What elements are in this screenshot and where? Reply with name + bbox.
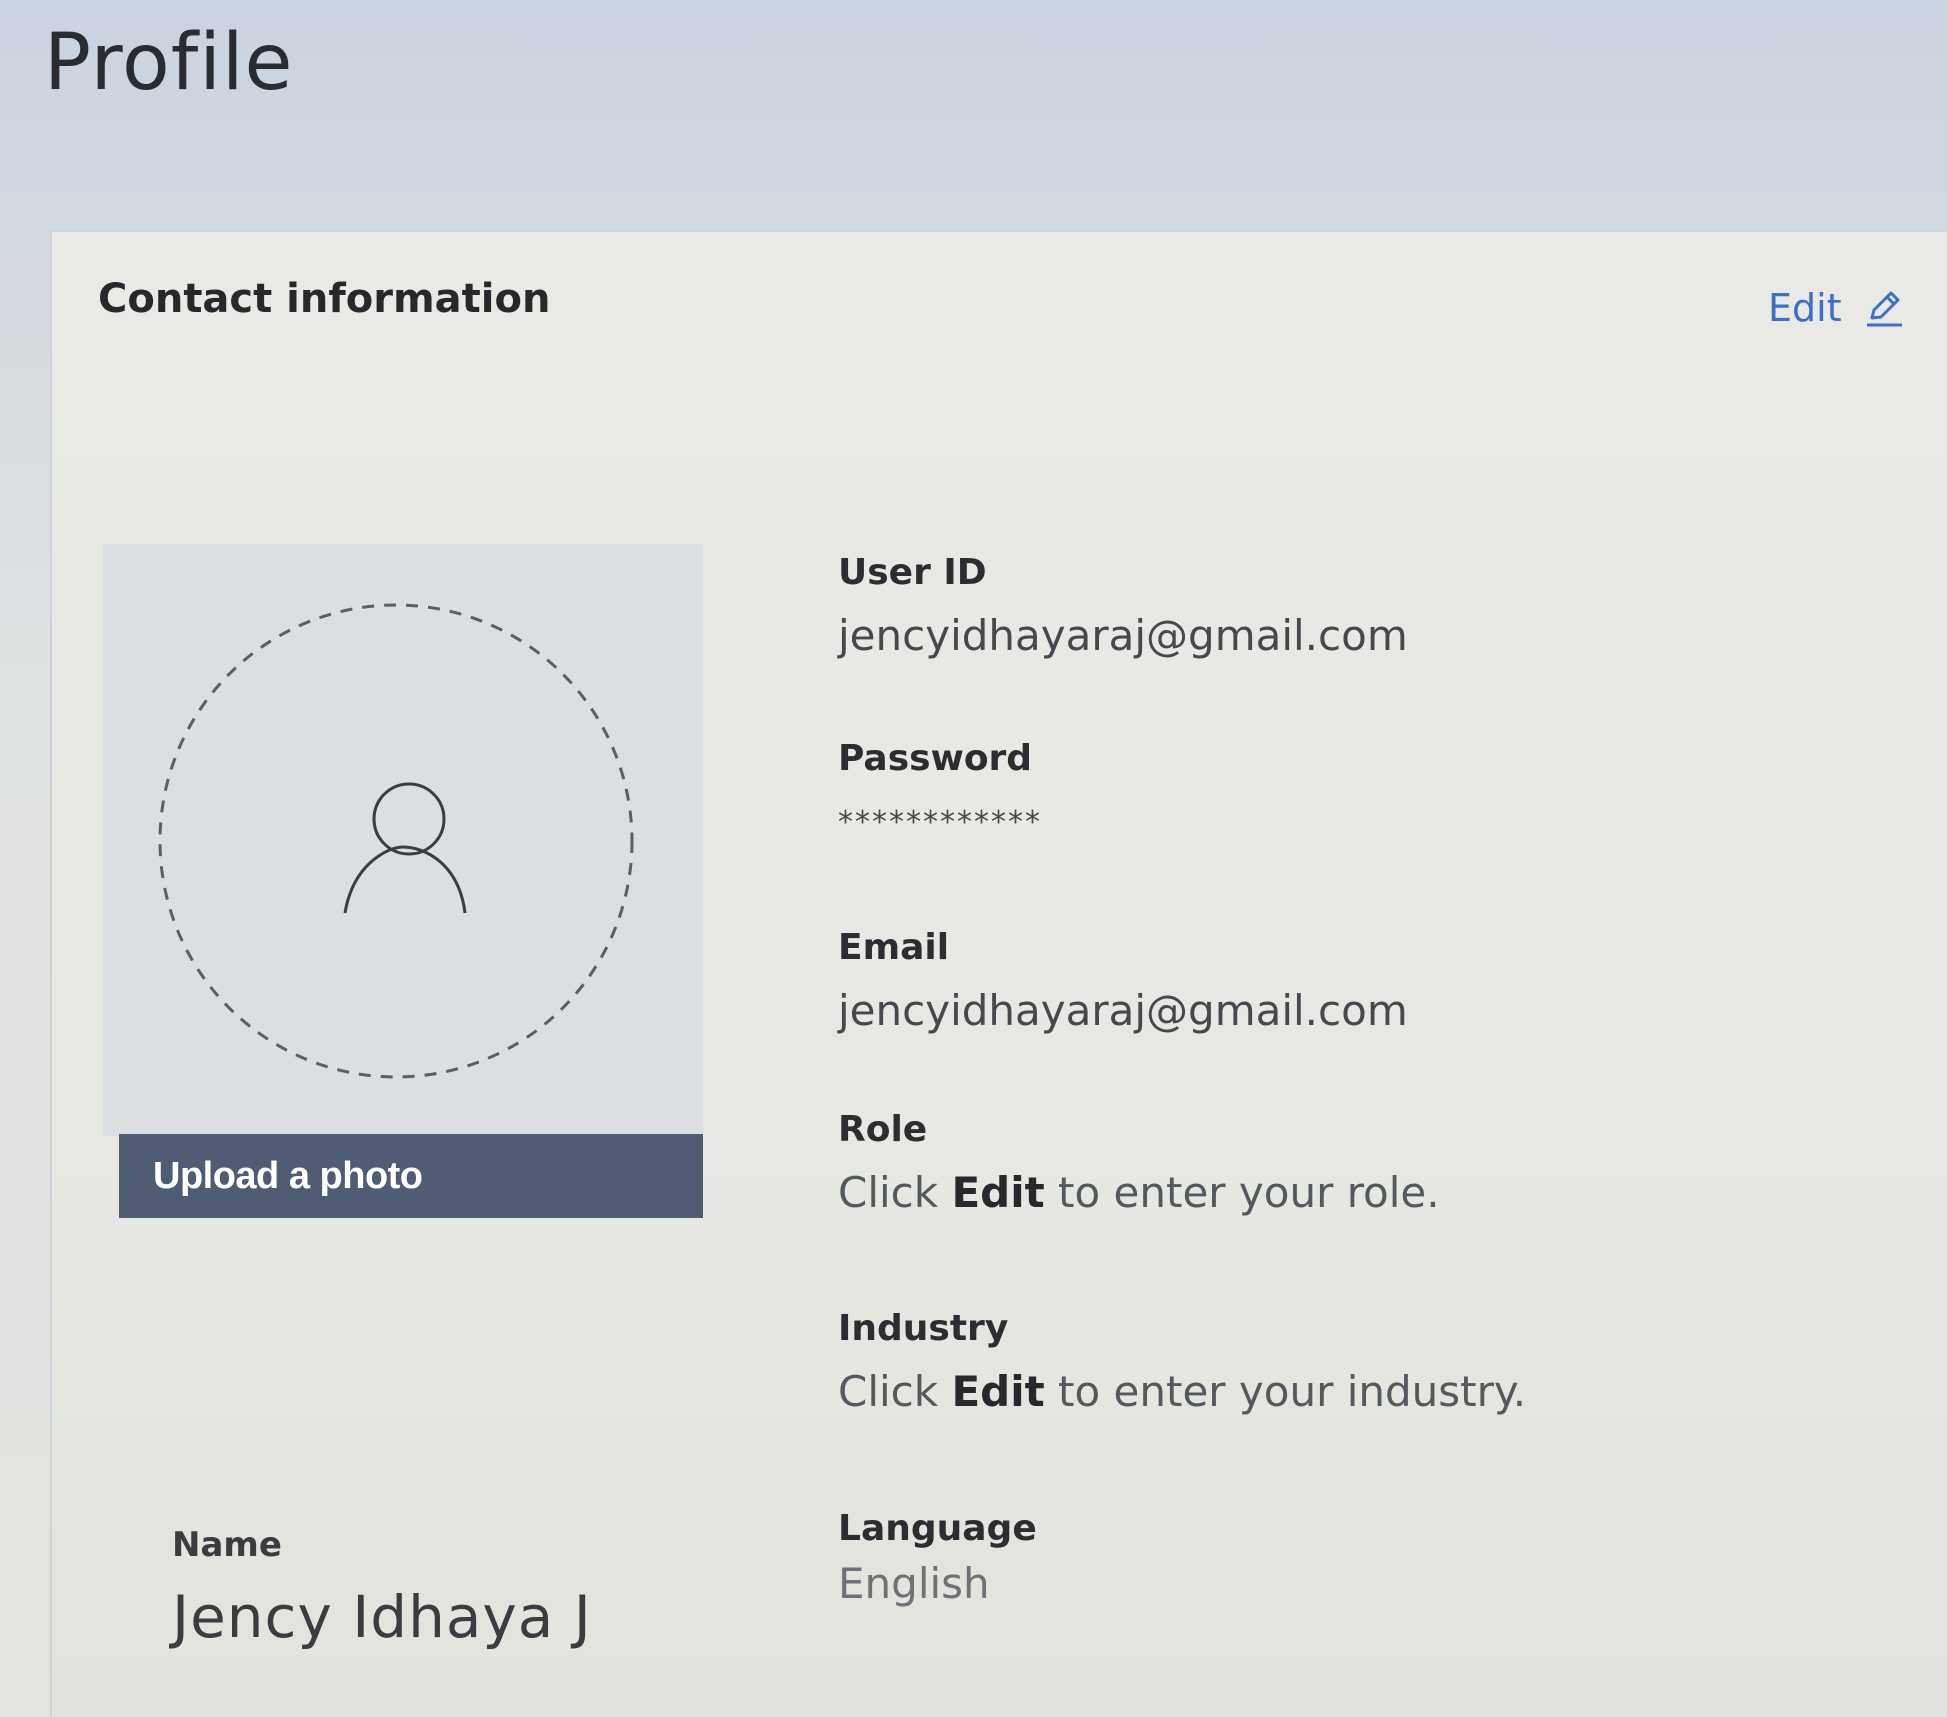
- card-title: Contact information: [98, 276, 551, 322]
- industry-hint: Click Edit to enter your industry.: [838, 1367, 1526, 1416]
- language-value: English: [838, 1559, 990, 1608]
- industry-hint-suffix: to enter your industry.: [1044, 1367, 1527, 1416]
- edit-button[interactable]: Edit: [1768, 286, 1904, 330]
- name-block: Name Jency Idhaya J: [172, 1525, 592, 1651]
- role-hint: Click Edit to enter your role.: [838, 1168, 1440, 1217]
- edit-label: Edit: [1768, 286, 1842, 330]
- industry-label: Industry: [838, 1308, 1009, 1349]
- name-value: Jency Idhaya J: [172, 1583, 592, 1651]
- password-field: Password ************: [838, 738, 1042, 840]
- language-field: Language English: [838, 1508, 1037, 1608]
- email-value: jencyidhayaraj@gmail.com: [838, 986, 1408, 1035]
- page-title: Profile: [44, 18, 294, 108]
- photo-placeholder[interactable]: [103, 544, 703, 1136]
- user-avatar-icon: [158, 603, 634, 1079]
- industry-field: Industry Click Edit to enter your indust…: [838, 1308, 1526, 1416]
- user-id-value: jencyidhayaraj@gmail.com: [838, 611, 1408, 660]
- role-field: Role Click Edit to enter your role.: [838, 1109, 1440, 1217]
- name-label: Name: [172, 1525, 282, 1565]
- industry-hint-action: Edit: [951, 1367, 1045, 1416]
- role-hint-action: Edit: [951, 1168, 1045, 1217]
- pencil-icon: [1864, 288, 1904, 328]
- role-hint-suffix: to enter your role.: [1044, 1168, 1440, 1217]
- upload-photo-button[interactable]: Upload a photo: [119, 1134, 703, 1218]
- email-field: Email jencyidhayaraj@gmail.com: [838, 927, 1408, 1035]
- role-label: Role: [838, 1109, 928, 1150]
- industry-hint-prefix: Click: [838, 1367, 952, 1416]
- contact-information-card: Contact information Edit Upload a photo …: [50, 230, 1947, 1717]
- password-value: ************: [838, 805, 1042, 840]
- role-hint-prefix: Click: [838, 1168, 952, 1217]
- user-id-label: User ID: [838, 552, 987, 593]
- password-label: Password: [838, 738, 1033, 779]
- user-id-field: User ID jencyidhayaraj@gmail.com: [838, 552, 1408, 660]
- email-label: Email: [838, 927, 950, 968]
- language-label: Language: [838, 1508, 1037, 1549]
- photo-area: Upload a photo: [103, 544, 703, 1224]
